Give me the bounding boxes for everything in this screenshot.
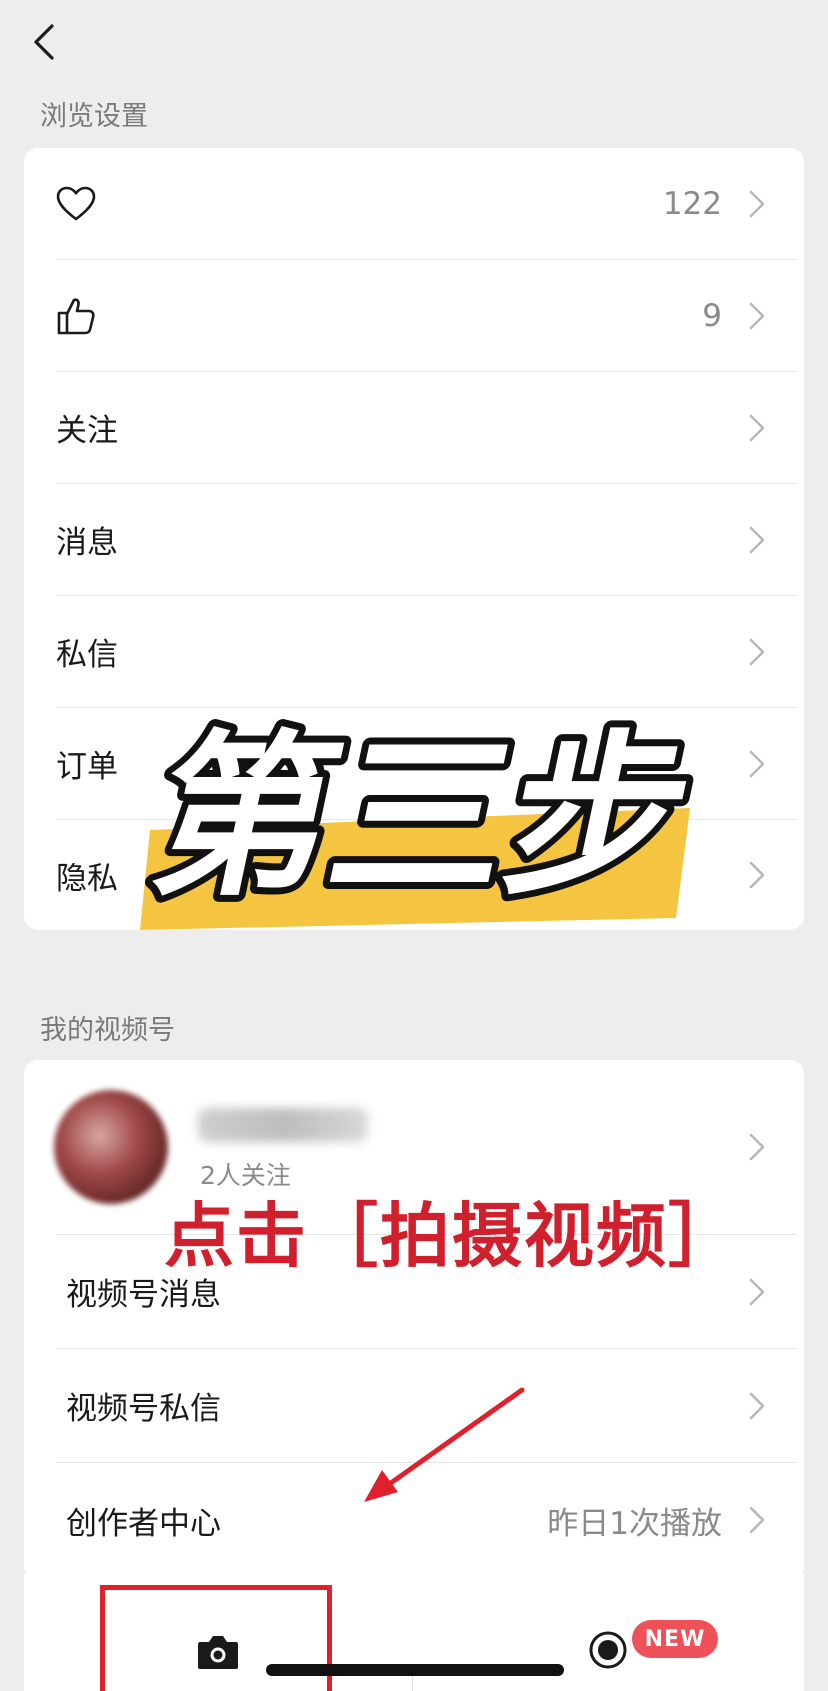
back-button[interactable] [22,16,66,68]
row-label: 订单 [56,749,118,785]
home-indicator [266,1664,564,1676]
row-likes[interactable]: 9 [56,260,796,372]
likes-count: 9 [702,297,722,334]
live-button[interactable] [588,1630,628,1670]
chevron-right-icon [749,1278,765,1305]
favorites-count: 122 [662,185,722,222]
row-creator-center[interactable]: 创作者中心 昨日1次播放 [56,1463,796,1577]
chevron-right-icon [749,750,765,777]
chevron-right-icon [749,414,765,441]
chevron-right-icon [749,1133,765,1161]
row-private-messages[interactable]: 私信 [56,596,796,708]
row-label: 隐私 [56,860,118,897]
shoot-video-button[interactable] [196,1632,240,1672]
camera-icon [198,1636,238,1669]
chevron-right-icon [749,1392,765,1419]
row-label: 私信 [56,637,118,673]
chevron-right-icon [749,861,765,889]
new-badge: NEW [632,1620,718,1658]
row-messages[interactable]: 消息 [56,484,796,596]
section-title-channels: 我的视频号 [40,1015,175,1046]
row-favorites[interactable]: 122 [56,148,796,260]
thumbs-up-icon [56,294,100,338]
chevron-right-icon [749,638,765,665]
row-label: 消息 [56,525,118,561]
channel-name-blurred [198,1108,368,1142]
row-label: 关注 [56,413,118,449]
heart-icon [56,182,100,226]
row-follow[interactable]: 关注 [56,372,796,484]
chevron-left-icon [34,24,54,60]
chevron-right-icon [749,190,765,217]
avatar[interactable] [54,1090,168,1204]
section-title-browse: 浏览设置 [40,101,148,132]
row-label: 视频号私信 [66,1391,221,1427]
chevron-right-icon [749,302,765,329]
creator-center-stat: 昨日1次播放 [547,1505,722,1542]
instruction-overlay: 点击［拍摄视频］ [164,1195,740,1277]
row-label: 创作者中心 [66,1505,221,1542]
row-orders[interactable]: 订单 [56,708,796,820]
browse-settings-card: 122 9 关注 消息 私信 订单 隐私 [24,148,804,930]
chevron-right-icon [749,1506,765,1534]
row-channel-private-messages[interactable]: 视频号私信 [56,1349,796,1463]
row-privacy[interactable]: 隐私 [56,820,796,930]
record-icon [589,1631,627,1669]
chevron-right-icon [749,526,765,553]
